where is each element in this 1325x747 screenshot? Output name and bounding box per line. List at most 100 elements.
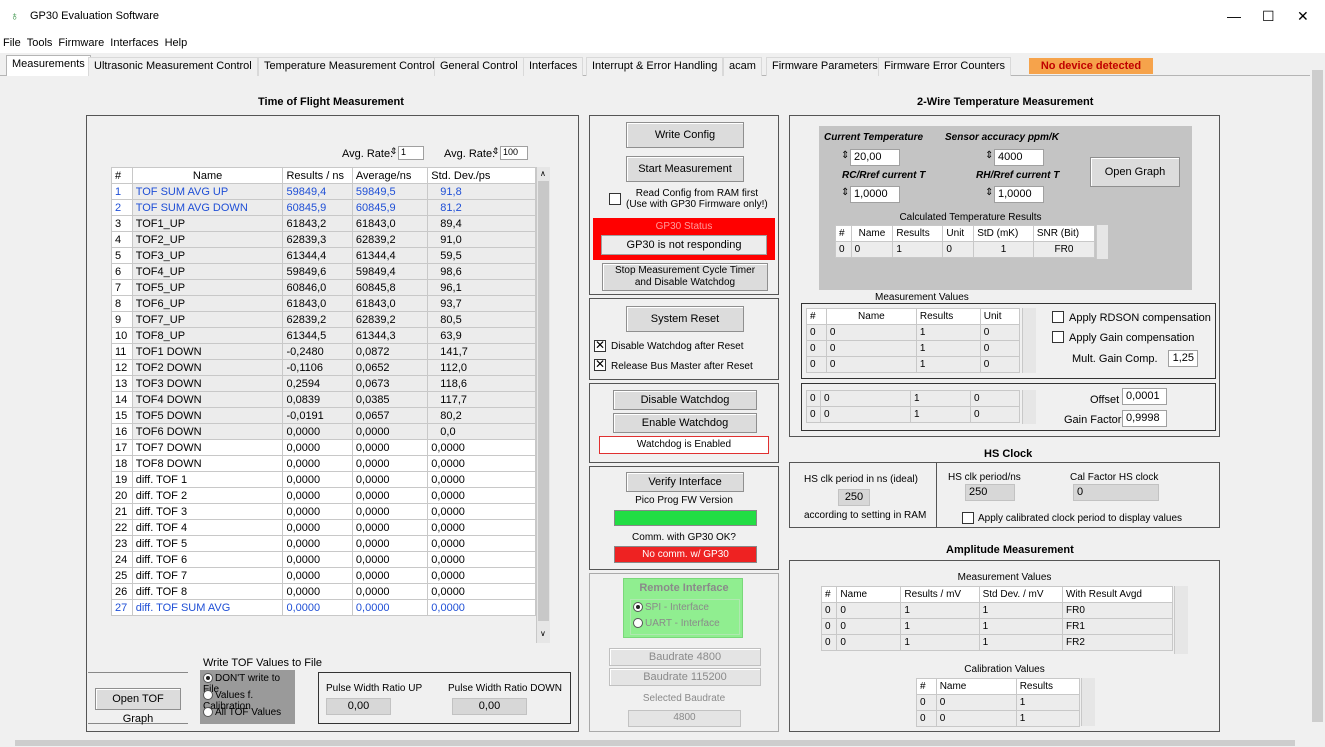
table-cell: 0,0000	[351, 487, 429, 504]
hs-period-label: HS clk period/ns	[948, 472, 1021, 483]
radio-all-tof[interactable]: All TOF Values	[203, 707, 281, 718]
tab-fw-params[interactable]: Firmware Parameters	[766, 57, 884, 76]
calc-temp-label: Calculated Temperature Results	[899, 212, 1042, 223]
tab-ultrasonic[interactable]: Ultrasonic Measurement Control	[88, 57, 258, 76]
amp-cal-scrollbar[interactable]	[1081, 678, 1095, 726]
spinner-icon[interactable]: ⇕	[841, 187, 849, 198]
table-cell: 3	[111, 215, 133, 232]
sensor-acc-label: Sensor accuracy ppm/K	[945, 132, 1059, 143]
table-cell: 0,0000	[351, 567, 429, 584]
menu-firmware[interactable]: Firmware	[55, 34, 107, 52]
vertical-scrollbar[interactable]	[1310, 55, 1325, 738]
amp-scrollbar[interactable]	[1174, 586, 1188, 654]
sensor-acc-input[interactable]: 4000	[994, 149, 1044, 166]
mv-scrollbar[interactable]	[1022, 308, 1036, 373]
tab-interfaces[interactable]: Interfaces	[523, 57, 584, 76]
tab-temperature[interactable]: Temperature Measurement Control	[258, 57, 441, 76]
table-row: 20 diff. TOF 2 0,0000 0,0000 0,0000	[111, 487, 536, 504]
table-cell: 0,0000	[427, 503, 536, 520]
verify-interface-button[interactable]: Verify Interface	[626, 472, 744, 492]
offset-input[interactable]: 0,0001	[1122, 388, 1167, 405]
open-tof-graph-button[interactable]: Open TOF Graph	[95, 688, 181, 725]
table-row: 14 TOF4 DOWN 0,0839 0,0385 117,7	[111, 391, 536, 408]
rdson-label: Apply RDSON compensation	[1069, 312, 1211, 324]
rh-input[interactable]: 1,0000	[994, 186, 1044, 203]
table-cell: 11	[111, 343, 133, 360]
table-row: 5 TOF3_UP 61344,4 61344,4 59,5	[111, 247, 536, 264]
pico-fw-value	[614, 510, 757, 526]
table-cell: 0,0000	[427, 567, 536, 584]
offset-scrollbar[interactable]	[1022, 390, 1036, 424]
radio-uart[interactable]: UART - Interface	[633, 618, 720, 629]
pico-fw-label: Pico Prog FW Version	[635, 495, 733, 506]
menu-file[interactable]: File	[0, 34, 24, 52]
table-cell: 22	[111, 519, 133, 536]
menu-tools[interactable]: Tools	[24, 34, 56, 52]
close-icon[interactable]: ✕	[1297, 8, 1309, 25]
table-cell: 59,5	[427, 247, 536, 264]
table-cell: TOF1_UP	[131, 215, 284, 232]
rc-input[interactable]: 1,0000	[850, 186, 900, 203]
system-reset-button[interactable]: System Reset	[626, 306, 744, 332]
spinner-icon[interactable]: ⇕	[390, 146, 398, 157]
table-cell: 60845,9	[282, 199, 353, 216]
menu-help[interactable]: Help	[162, 34, 191, 52]
tof-table-scrollbar[interactable]: ∧ ∨	[536, 167, 550, 643]
hs-period-value: 250	[965, 484, 1015, 501]
menu-interfaces[interactable]: Interfaces	[107, 34, 161, 52]
disable-watchdog-button[interactable]: Disable Watchdog	[613, 390, 757, 410]
table-cell: 61344,4	[351, 247, 429, 264]
disable-wd-reset-checkbox[interactable]	[594, 338, 606, 352]
tab-general[interactable]: General Control	[434, 57, 524, 76]
start-measurement-button[interactable]: Start Measurement	[626, 156, 744, 182]
table-cell: TOF5 DOWN	[131, 407, 284, 424]
read-config-checkbox[interactable]	[609, 193, 621, 205]
col-header: Results / ns	[282, 167, 353, 184]
pw-up-label: Pulse Width Ratio UP	[326, 683, 423, 694]
spinner-icon[interactable]: ⇕	[492, 146, 500, 157]
table-cell: 26	[111, 583, 133, 600]
maximize-icon[interactable]: ☐	[1262, 8, 1275, 25]
mult-gain-input[interactable]: 1,25	[1168, 350, 1198, 367]
table-row: 9 TOF7_UP 62839,2 62839,2 80,5	[111, 311, 536, 328]
baud4800-button[interactable]: Baudrate 4800	[609, 648, 761, 666]
tab-acam[interactable]: acam	[723, 57, 762, 76]
table-cell: 61843,2	[282, 215, 353, 232]
table-cell: 0,0000	[282, 487, 353, 504]
enable-watchdog-button[interactable]: Enable Watchdog	[613, 413, 757, 433]
calc-scrollbar[interactable]	[1096, 225, 1108, 259]
table-cell: TOF6 DOWN	[131, 423, 284, 440]
open-graph-button[interactable]: Open Graph	[1090, 157, 1180, 187]
amp-table: # Name Results / mV Std Dev. / mV With Resul…	[820, 586, 1173, 651]
release-bus-checkbox[interactable]	[594, 357, 606, 371]
minimize-icon[interactable]: —	[1227, 8, 1241, 24]
tab-fw-errors[interactable]: Firmware Error Counters	[878, 57, 1012, 76]
horizontal-scrollbar[interactable]	[0, 738, 1310, 747]
tab-measurements[interactable]: Measurements	[6, 55, 91, 76]
current-temp-input[interactable]: 20,00	[850, 149, 900, 166]
table-cell: 23	[111, 535, 133, 552]
write-config-button[interactable]: Write Config	[626, 122, 744, 148]
table-cell: TOF3 DOWN	[131, 375, 284, 392]
table-cell: diff. TOF 4	[131, 519, 284, 536]
rdson-checkbox[interactable]	[1052, 311, 1064, 323]
apply-calibrated-checkbox[interactable]	[962, 512, 974, 524]
comm-ok-label: Comm. with GP30 OK?	[632, 532, 736, 543]
baud115200-button[interactable]: Baudrate 115200	[609, 668, 761, 686]
table-cell: diff. TOF SUM AVG	[131, 599, 284, 616]
spinner-icon[interactable]: ⇕	[841, 150, 849, 161]
stop-timer-button[interactable]: Stop Measurement Cycle Timer and Disable…	[602, 263, 768, 291]
gain-comp-checkbox[interactable]	[1052, 331, 1064, 343]
table-cell: TOF7_UP	[131, 311, 284, 328]
table-cell: 0,0000	[427, 471, 536, 488]
spinner-icon[interactable]: ⇕	[985, 150, 993, 161]
table-cell: diff. TOF 2	[131, 487, 284, 504]
avg-rate1-input[interactable]: 1	[398, 146, 424, 160]
table-cell: diff. TOF 6	[131, 551, 284, 568]
radio-spi[interactable]: SPI - Interface	[633, 602, 709, 613]
tab-interrupt[interactable]: Interrupt & Error Handling	[586, 57, 724, 76]
write-tof-radio-group: DON'T write to File Values f. Calibratio…	[200, 670, 295, 724]
gain-factor-input[interactable]: 0,9998	[1122, 410, 1167, 427]
spinner-icon[interactable]: ⇕	[985, 187, 993, 198]
avg-rate2-input[interactable]: 100	[500, 146, 528, 160]
